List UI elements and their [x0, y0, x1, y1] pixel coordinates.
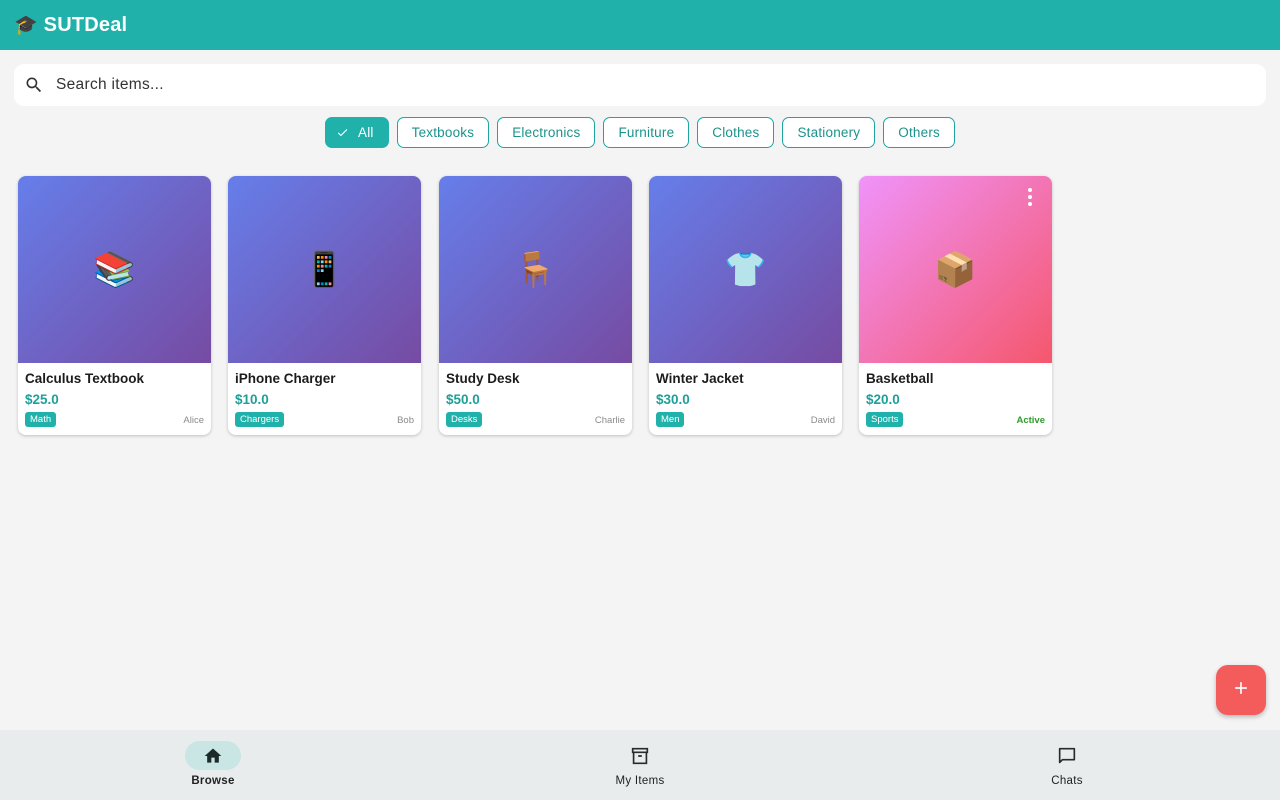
chip-label: Furniture [618, 125, 675, 140]
item-price: $10.0 [235, 392, 269, 407]
chip-label: All [358, 125, 374, 140]
more-vert-icon[interactable] [1022, 188, 1038, 206]
item-tag: Desks [446, 412, 483, 427]
nav-my-items[interactable]: My Items [560, 730, 720, 800]
item-tag: Men [656, 412, 685, 427]
item-card[interactable]: 🪑 Study Desk $50.0 Desks Charlie [439, 176, 632, 435]
bottom-navigation: Browse My Items Chats [0, 730, 1280, 800]
item-owner: David [810, 415, 835, 426]
search-bar[interactable] [14, 64, 1266, 106]
item-price: $50.0 [446, 392, 480, 407]
item-name: Study Desk [446, 371, 520, 386]
books-icon: 📚 [93, 250, 136, 289]
chip-others[interactable]: Others [883, 117, 955, 148]
item-owner: Alice [183, 415, 204, 426]
chip-label: Others [898, 125, 940, 140]
status-badge: Active [1016, 415, 1045, 426]
item-price: $20.0 [866, 392, 900, 407]
nav-label: Chats [1051, 775, 1083, 787]
search-icon [24, 75, 44, 95]
chip-stationery[interactable]: Stationery [782, 117, 876, 148]
item-name: Winter Jacket [656, 371, 744, 386]
chip-label: Clothes [712, 125, 760, 140]
shirt-icon: 👕 [724, 250, 767, 289]
item-name: Calculus Textbook [25, 371, 145, 386]
category-filter-chips: All Textbooks Electronics Furniture Clot… [0, 117, 1280, 148]
item-tag: Math [25, 412, 57, 427]
item-image: 📱 [228, 176, 421, 363]
item-card[interactable]: 📱 iPhone Charger $10.0 Chargers Bob [228, 176, 421, 435]
item-tag: Chargers [235, 412, 285, 427]
chair-icon: 🪑 [514, 250, 557, 289]
package-icon: 📦 [934, 250, 977, 289]
nav-chats[interactable]: Chats [987, 730, 1147, 800]
item-image: 📚 [18, 176, 211, 363]
chip-electronics[interactable]: Electronics [497, 117, 596, 148]
item-price: $30.0 [656, 392, 690, 407]
item-image: 👕 [649, 176, 842, 363]
chip-label: Textbooks [411, 125, 475, 140]
item-card[interactable]: 📦 Basketball $20.0 Sports Active [859, 176, 1052, 435]
chip-label: Electronics [512, 125, 581, 140]
add-item-button[interactable] [1216, 665, 1266, 715]
item-owner: Bob [397, 415, 414, 426]
archive-icon [612, 741, 668, 770]
plus-icon [1231, 678, 1251, 703]
item-name: Basketball [866, 371, 934, 386]
nav-label: My Items [615, 775, 665, 787]
item-card[interactable]: 👕 Winter Jacket $30.0 Men David [649, 176, 842, 435]
nav-label: Browse [191, 775, 235, 787]
chip-clothes[interactable]: Clothes [697, 117, 775, 148]
search-input[interactable] [56, 76, 1206, 94]
item-image: 📦 [859, 176, 1052, 363]
nav-browse[interactable]: Browse [133, 730, 293, 800]
item-price: $25.0 [25, 392, 59, 407]
app-title: SUTDeal [43, 13, 128, 36]
app-bar: 🎓 SUTDeal [0, 0, 1280, 50]
item-card[interactable]: 📚 Calculus Textbook $25.0 Math Alice [18, 176, 211, 435]
graduation-cap-icon: 🎓 [14, 14, 38, 36]
item-tag: Sports [866, 412, 904, 427]
chip-label: Stationery [797, 125, 861, 140]
item-name: iPhone Charger [235, 371, 336, 386]
home-icon [185, 741, 241, 770]
chat-icon [1039, 741, 1095, 770]
item-image: 🪑 [439, 176, 632, 363]
chip-textbooks[interactable]: Textbooks [396, 117, 490, 148]
phone-icon: 📱 [303, 250, 346, 289]
item-owner: Charlie [594, 415, 625, 426]
chip-furniture[interactable]: Furniture [603, 117, 690, 148]
check-icon [336, 126, 349, 139]
chip-all[interactable]: All [325, 117, 389, 148]
